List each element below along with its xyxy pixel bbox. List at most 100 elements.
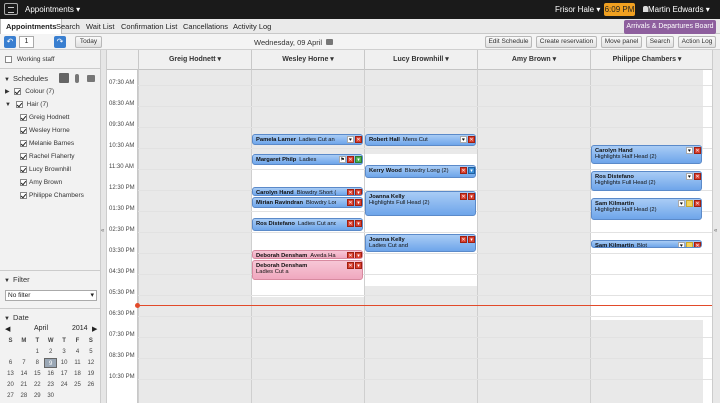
appointment-block[interactable]: Joanna Kelly Highlights Full Head (2) ✕ ▾ — [365, 191, 476, 216]
appointment-block[interactable]: Kerry Wood Blowdry Long (2) ✕ ▾ — [365, 165, 476, 178]
calendar-day[interactable]: 12 — [84, 358, 97, 368]
appointment-block[interactable]: Pamela Larner Ladies Cut an ♥ ✕ — [252, 134, 363, 145]
calendar-day[interactable]: 28 — [17, 391, 30, 401]
staff-checkbox[interactable] — [20, 113, 27, 121]
calendar-day[interactable]: 13 — [4, 369, 17, 379]
staff-checkbox[interactable] — [20, 191, 27, 199]
expand-triangle-icon[interactable]: ▶ — [5, 89, 10, 95]
calendar-day[interactable]: 6 — [4, 358, 17, 368]
calendar-day[interactable]: 19 — [84, 369, 97, 379]
calendar-day[interactable]: 16 — [44, 369, 57, 379]
grid-view-icon[interactable] — [59, 73, 69, 83]
heart-icon[interactable]: ♥ — [678, 200, 685, 207]
calendar-day[interactable]: 4 — [71, 347, 84, 357]
heart-icon[interactable]: ♥ — [347, 136, 354, 143]
print-icon[interactable] — [326, 39, 333, 45]
edit-schedule-button[interactable]: Edit Schedule — [485, 36, 532, 48]
cancel-icon[interactable]: ✕ — [347, 252, 354, 258]
tab-activity-log[interactable]: Activity Log — [233, 19, 271, 34]
staff-column-header[interactable]: Philippe Chambers ▾ — [590, 50, 703, 70]
cancel-icon[interactable]: ✕ — [694, 147, 701, 154]
staff-column-header[interactable]: Greig Hodnett ▾ — [138, 50, 251, 70]
staff-row[interactable]: Greig Hodnett — [20, 113, 69, 122]
app-menu[interactable]: Appointments ▾ — [25, 5, 80, 14]
search-button[interactable]: Search — [646, 36, 674, 48]
staff-column-header[interactable]: Lucy Brownhill ▾ — [364, 50, 477, 70]
working-staff-row[interactable]: Working staff — [5, 55, 55, 64]
heart-icon[interactable]: ♥ — [460, 136, 467, 143]
cancel-icon[interactable]: ✕ — [460, 193, 467, 200]
dropdown-icon[interactable]: ▾ — [468, 193, 475, 200]
staff-checkbox[interactable] — [20, 139, 27, 147]
heart-icon[interactable]: ♥ — [678, 242, 685, 247]
collapse-triangle-icon[interactable]: ▼ — [5, 102, 11, 108]
tab-cancellations[interactable]: Cancellations — [183, 19, 228, 34]
tab-search[interactable]: Search — [56, 19, 80, 34]
staff-column[interactable] — [138, 70, 251, 403]
user-menu[interactable]: Martin Edwards ▾ — [648, 5, 710, 14]
location-menu[interactable]: Frisor Hale ▾ — [555, 5, 600, 14]
calendar-day[interactable]: 20 — [4, 380, 17, 390]
calendar-day[interactable]: 8 — [31, 358, 44, 368]
action-log-button[interactable]: Action Log — [678, 36, 716, 48]
calendar-day[interactable]: 25 — [71, 380, 84, 390]
calendar-day[interactable]: 14 — [17, 369, 30, 379]
staff-checkbox[interactable] — [20, 165, 27, 173]
dropdown-icon[interactable]: ▾ — [468, 167, 475, 174]
staff-row[interactable]: Wesley Horne — [20, 126, 70, 135]
calendar-day[interactable]: 15 — [31, 369, 44, 379]
calendar-day[interactable]: 30 — [44, 391, 57, 401]
note-icon[interactable] — [686, 242, 693, 247]
prev-arrow-icon[interactable]: ↶ — [4, 36, 16, 48]
group-checkbox-hair[interactable] — [15, 100, 23, 108]
dropdown-icon[interactable]: ▾ — [355, 262, 362, 269]
calendar-day-today[interactable]: 9 — [44, 358, 58, 368]
calendar-day[interactable]: 22 — [31, 380, 44, 390]
cancel-icon[interactable]: ✕ — [355, 136, 362, 143]
arrivals-departures-button[interactable]: Arrivals & Departures Board — [624, 20, 716, 34]
staff-column[interactable] — [251, 70, 364, 403]
heart-icon[interactable]: ♥ — [686, 147, 693, 154]
dropdown-icon[interactable]: ▾ — [468, 236, 475, 243]
staff-checkbox[interactable] — [20, 126, 27, 134]
tab-confirmation-list[interactable]: Confirmation List — [121, 19, 177, 34]
filter-select[interactable]: No filter — [5, 290, 97, 301]
staff-column[interactable] — [477, 70, 590, 403]
app-logo-icon[interactable] — [4, 3, 18, 15]
appointment-block[interactable]: Robert Hall Mens Cut ♥ ✕ — [365, 134, 476, 146]
calendar-day[interactable]: 27 — [4, 391, 17, 401]
cancel-icon[interactable]: ✕ — [347, 262, 354, 269]
staff-row[interactable]: Lucy Brownhill — [20, 165, 71, 174]
prev-month-icon[interactable]: ◀ — [5, 325, 10, 333]
calendar-day[interactable]: 23 — [44, 380, 57, 390]
tab-appointments[interactable]: Appointments — [0, 19, 63, 34]
appointment-block[interactable]: Carolyn HandBlowdry Short (2) ✕▾ — [252, 187, 363, 196]
staff-checkbox[interactable] — [20, 152, 27, 160]
next-month-icon[interactable]: ▶ — [92, 325, 97, 333]
appointment-block[interactable]: Ros Distefano Ladies Cut and ✕ ▾ — [252, 218, 363, 231]
dropdown-icon[interactable]: ▾ — [355, 252, 362, 258]
filter-header[interactable]: ▼ Filter — [4, 275, 30, 284]
cancel-icon[interactable]: ✕ — [347, 156, 354, 163]
note-icon[interactable] — [686, 200, 693, 207]
calendar-day[interactable]: 11 — [71, 358, 84, 368]
staff-row[interactable]: Philippe Chambers — [20, 191, 84, 200]
staff-checkbox[interactable] — [20, 178, 27, 186]
calendar-day[interactable]: 3 — [58, 347, 71, 357]
calendar-day[interactable]: 24 — [58, 380, 71, 390]
today-button[interactable]: Today — [75, 36, 102, 48]
appointment-block[interactable]: Carolyn Hand Highlights Half Head (2) ♥ ✕ — [591, 145, 702, 164]
calendar-day[interactable]: 5 — [84, 347, 97, 357]
heart-icon[interactable]: ♥ — [686, 173, 693, 180]
group-row-colour[interactable]: ▶ Colour (7) — [5, 87, 54, 96]
appointment-block[interactable]: Deborah Densham Ladies Cut a ✕ ▾ — [252, 260, 363, 280]
cancel-icon[interactable]: ✕ — [460, 236, 467, 243]
appointment-block[interactable]: Ros Distefano Highlights Full Head (2) ♥ ✕ — [591, 171, 702, 191]
calendar-day[interactable]: 26 — [84, 380, 97, 390]
calendar-day[interactable]: 1 — [31, 347, 44, 357]
cancel-icon[interactable]: ✕ — [694, 200, 701, 207]
staff-column-header[interactable]: Amy Brown ▾ — [477, 50, 590, 70]
flag-icon[interactable]: ⚑ — [339, 156, 346, 163]
next-arrow-icon[interactable]: ↷ — [54, 36, 66, 48]
tab-wait-list[interactable]: Wait List — [86, 19, 114, 34]
